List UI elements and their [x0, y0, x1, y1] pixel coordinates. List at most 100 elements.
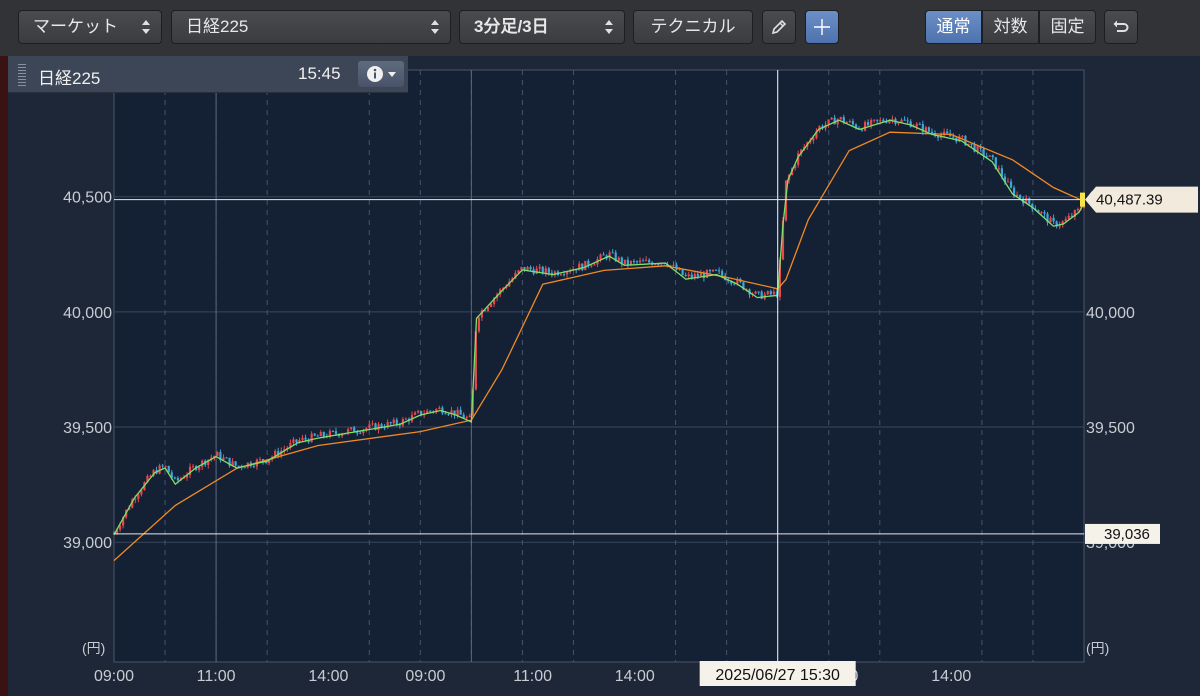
candle-body: [900, 119, 903, 123]
candle-body: [331, 430, 335, 432]
crosshair-tool-button[interactable]: [805, 10, 839, 44]
symbol-select[interactable]: 日経225: [171, 10, 451, 44]
candle-body: [465, 416, 468, 419]
candle-body: [459, 409, 462, 415]
candle-body: [1064, 219, 1067, 222]
candle-body: [757, 291, 760, 293]
candle-body: [988, 155, 991, 157]
candle-body: [873, 119, 876, 121]
candle-body: [526, 267, 529, 271]
candle-body: [708, 270, 712, 272]
candle-body: [769, 291, 772, 295]
info-menu-button[interactable]: [358, 61, 404, 87]
candle-body: [1009, 181, 1013, 188]
candle-body: [711, 269, 715, 272]
candle-body: [456, 409, 459, 416]
scale-normal-button[interactable]: 通常: [925, 10, 982, 44]
scale-log-label: 対数: [993, 17, 1028, 36]
candle-body: [696, 273, 699, 277]
candle-body: [477, 317, 480, 332]
caret-down-icon: [388, 72, 396, 77]
scale-log-button[interactable]: 対数: [982, 10, 1039, 44]
candle-body: [538, 266, 541, 269]
candle-body: [906, 120, 909, 122]
candle-body: [176, 477, 179, 481]
drag-grip-icon[interactable]: [18, 64, 26, 86]
candle-body: [173, 477, 176, 479]
candle-body: [690, 274, 693, 278]
candle-body: [444, 413, 447, 415]
candle-body: [301, 437, 304, 441]
updown-arrows-icon: [431, 20, 439, 34]
technical-button[interactable]: テクニカル: [633, 10, 753, 44]
candle-body: [535, 268, 538, 274]
price-chart[interactable]: 39,00039,50040,00040,500 39,00039,50040,…: [0, 56, 1200, 696]
scale-fixed-button[interactable]: 固定: [1039, 10, 1096, 44]
candle-body: [350, 427, 353, 430]
candle-body: [316, 435, 319, 437]
candle-body: [413, 412, 417, 415]
x-tick-label: 14:00: [308, 668, 348, 685]
scale-fixed-label: 固定: [1050, 17, 1085, 36]
candle-body: [687, 274, 690, 277]
candle-body: [626, 259, 629, 265]
candle-body: [581, 263, 584, 271]
candle-body: [718, 270, 721, 272]
candle-body: [191, 466, 195, 468]
y-unit-right: (円): [1086, 640, 1109, 656]
candle-body: [629, 260, 633, 265]
candle-body: [334, 431, 338, 434]
candle-body: [867, 122, 870, 126]
market-select[interactable]: マーケット: [18, 10, 162, 44]
candle-body: [310, 433, 313, 443]
period-select-label: 3分足/3日: [474, 17, 549, 36]
candle-body: [161, 465, 164, 467]
candle-body: [590, 265, 593, 267]
candle-body: [714, 269, 718, 271]
y-unit-left: (円): [82, 640, 105, 656]
candle-body: [252, 466, 255, 468]
candle-body: [839, 117, 842, 120]
candle-body: [1006, 181, 1010, 183]
candle-body: [876, 119, 879, 121]
last-price-tag: 40,487.39: [1080, 186, 1198, 213]
candle-body: [404, 418, 408, 420]
candle-body: [918, 123, 921, 125]
y-tick-label-left: 40,500: [63, 190, 112, 207]
scale-normal-label: 通常: [936, 17, 971, 36]
candle-body: [547, 268, 550, 273]
candle-body: [295, 439, 298, 443]
info-time: 15:45: [298, 64, 341, 83]
candle-body: [602, 254, 605, 256]
candle-body: [608, 252, 611, 259]
candle-body: [322, 432, 325, 437]
candle-body: [1052, 217, 1055, 222]
candle-body: [164, 465, 167, 467]
candle-body: [772, 291, 775, 295]
candle-body: [721, 271, 724, 276]
candle-body: [304, 437, 307, 440]
period-select[interactable]: 3分足/3日: [459, 10, 625, 44]
candle-body: [1076, 209, 1080, 211]
technical-button-label: テクニカル: [650, 17, 736, 36]
reference-price-label: 39,036: [1104, 526, 1150, 543]
candle-body: [559, 274, 563, 276]
undo-arrow-icon: [1113, 20, 1129, 32]
candle-body: [863, 122, 867, 131]
candle-body: [392, 419, 395, 424]
candle-body: [429, 410, 432, 412]
x-tick-label: 09:00: [94, 668, 134, 685]
candle-body: [438, 407, 441, 410]
candle-body: [468, 415, 471, 417]
candle-body: [961, 135, 964, 137]
candle-body: [562, 274, 566, 276]
candle-body: [946, 131, 949, 134]
x-tick-label: 14:00: [931, 668, 971, 685]
candle-body: [754, 291, 757, 294]
candle-body: [870, 119, 873, 126]
updown-arrows-icon: [142, 20, 150, 34]
y-tick-label-left: 39,500: [63, 420, 112, 437]
undo-button[interactable]: [1104, 10, 1138, 44]
draw-tool-button[interactable]: [762, 10, 796, 44]
last-price-marker: [1080, 192, 1085, 207]
